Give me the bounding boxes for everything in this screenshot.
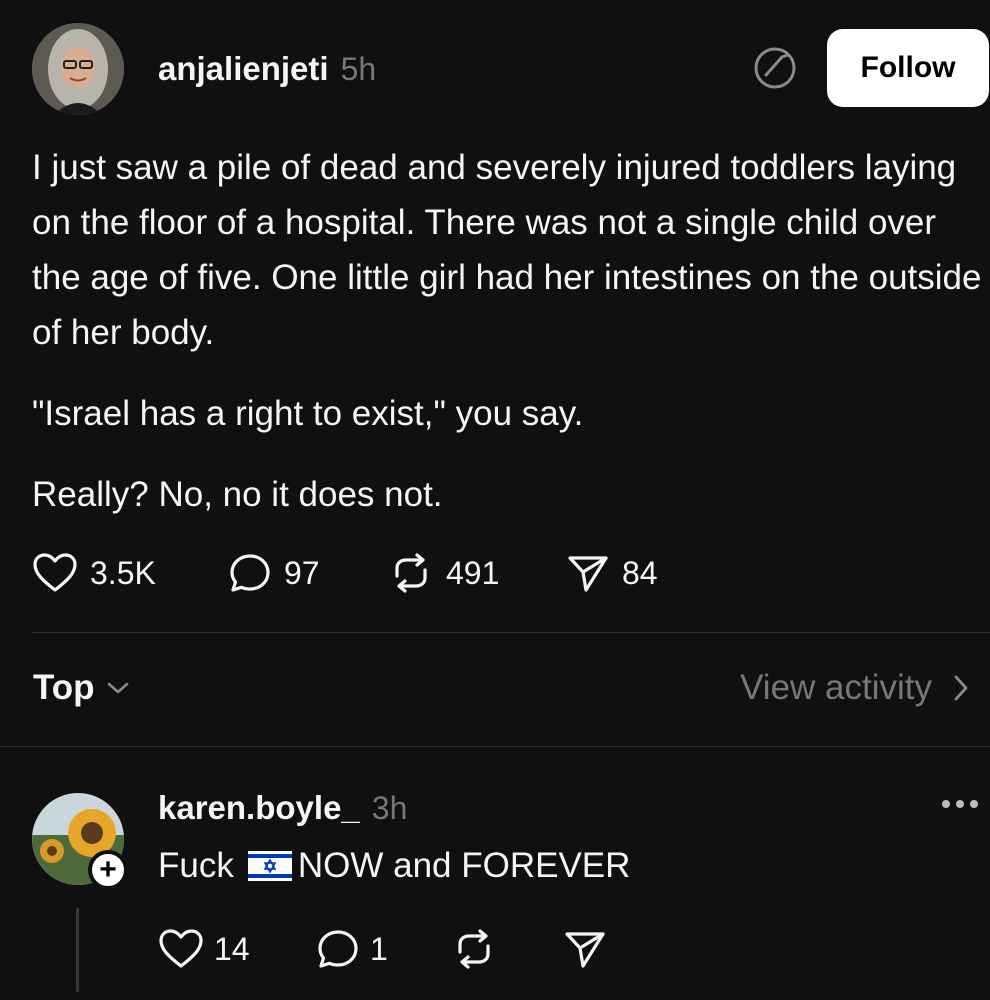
author-avatar[interactable]	[32, 23, 124, 115]
view-activity-link[interactable]: View activity	[740, 668, 972, 708]
reply-like-button[interactable]: 14	[158, 928, 250, 970]
post-time: 5h	[340, 51, 377, 87]
comment-count: 97	[284, 554, 320, 591]
reply-comment-button[interactable]: 1	[316, 928, 388, 970]
author-username[interactable]: anjalienjeti	[158, 50, 329, 88]
repost-count: 491	[446, 554, 500, 591]
like-count: 3.5K	[90, 554, 156, 591]
divider	[32, 632, 990, 633]
plus-icon: +	[99, 853, 117, 886]
comment-button[interactable]: 97	[228, 552, 320, 594]
post-paragraph: I just saw a pile of dead and severely i…	[32, 148, 982, 352]
reply-text: Fuck NOW and FOREVER	[158, 846, 630, 886]
reply-like-count: 14	[214, 930, 250, 967]
reply-comment-count: 1	[370, 930, 388, 967]
share-count: 84	[622, 554, 658, 591]
reply-repost-button[interactable]	[451, 928, 497, 970]
sort-label: Top	[33, 668, 95, 707]
send-icon	[565, 932, 605, 968]
more-options-button[interactable]	[940, 794, 980, 819]
post-body: I just saw a pile of dead and severely i…	[32, 140, 987, 522]
post-paragraph: "Israel has a right to exist," you say.	[32, 394, 584, 433]
reply-time: 3h	[371, 790, 408, 826]
reply-text-start: Fuck	[158, 846, 234, 885]
follow-plus-button[interactable]: +	[88, 850, 128, 890]
thread-line	[76, 908, 79, 992]
comment-icon	[318, 930, 358, 968]
send-icon	[568, 556, 608, 592]
heart-icon	[33, 553, 77, 592]
reply-share-button[interactable]	[563, 928, 607, 970]
share-button[interactable]: 84	[566, 552, 658, 594]
repost-icon	[395, 553, 427, 593]
chevron-down-icon	[107, 682, 128, 694]
reply-username[interactable]: karen.boyle_	[158, 789, 360, 827]
sort-dropdown[interactable]: Top	[33, 668, 131, 708]
comment-icon	[230, 554, 270, 592]
follow-button[interactable]: Follow	[827, 29, 989, 107]
ellipsis-icon	[942, 800, 978, 808]
threads-badge-icon[interactable]	[752, 45, 798, 96]
israel-flag-icon	[247, 851, 292, 881]
post-paragraph: Really? No, no it does not.	[32, 475, 443, 514]
reply-text-end: NOW and FOREVER	[297, 846, 631, 885]
view-activity-label: View activity	[740, 668, 932, 707]
heart-icon	[159, 929, 203, 968]
repost-button[interactable]: 491	[388, 552, 499, 594]
like-button[interactable]: 3.5K	[32, 552, 156, 594]
repost-icon	[458, 929, 490, 969]
chevron-right-icon	[954, 675, 968, 701]
divider	[0, 746, 990, 747]
